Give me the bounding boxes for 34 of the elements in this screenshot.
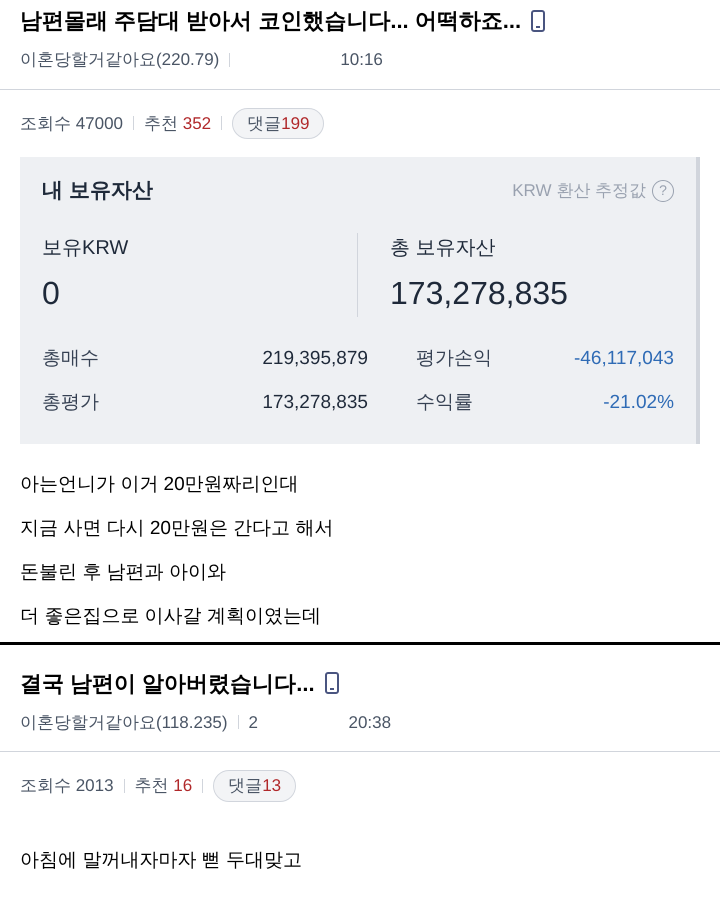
phone-icon bbox=[531, 10, 546, 32]
stat-value: 219,395,879 bbox=[261, 346, 368, 370]
stat-label: 수익률 bbox=[415, 391, 474, 415]
body-text: 아는언니가 이거 20만원짜리인대 bbox=[20, 472, 300, 496]
body-text: 아침에 말꺼내자마자 뻗 두대맞고 bbox=[20, 848, 303, 872]
like-count: 추천 16 bbox=[134, 775, 192, 797]
author-name: 이혼당할거같아요(118.235) bbox=[20, 712, 228, 734]
body-text: 더 좋은집으로 이사갈 계획이였는데 bbox=[20, 604, 322, 628]
stat-label: 총평가 bbox=[42, 391, 100, 415]
balance-label: 보유KRW bbox=[42, 236, 130, 260]
estimate-note: KRW 환산 추정값 bbox=[512, 180, 646, 202]
stat-value: 173,278,835 bbox=[261, 391, 368, 415]
body-text: 돈불린 후 남편과 아이와 bbox=[20, 560, 227, 584]
post-title: 남편몰래 주담대 받아서 코인했습니다... 어떡하죠... bbox=[20, 7, 522, 35]
comments-button[interactable]: 댓글199 bbox=[232, 108, 324, 139]
balance-label: 총 보유자산 bbox=[390, 236, 497, 260]
phone-icon bbox=[324, 672, 339, 694]
body-text: 지금 사면 다시 20만원은 간다고 해서 bbox=[20, 516, 335, 540]
stat-value: -21.02% bbox=[602, 391, 674, 415]
post-date: 2 bbox=[248, 712, 259, 734]
comments-button[interactable]: 댓글13 bbox=[213, 770, 296, 802]
balance-value: 0 bbox=[42, 274, 61, 312]
post-title: 결국 남편이 알아버렸습니다... bbox=[20, 670, 315, 698]
stat-value: -46,117,043 bbox=[572, 346, 674, 370]
balance-value: 173,278,835 bbox=[390, 274, 569, 312]
author-name: 이혼당할거같아요(220.79) bbox=[20, 49, 220, 71]
post-time: 20:38 bbox=[348, 712, 392, 734]
view-count: 조회수 2013 bbox=[20, 775, 114, 797]
post-time: 10:16 bbox=[340, 49, 383, 71]
stat-label: 평가손익 bbox=[415, 346, 493, 370]
view-count: 조회수 47000 bbox=[20, 112, 123, 134]
like-count: 추천 352 bbox=[144, 112, 212, 134]
stat-label: 총매수 bbox=[42, 346, 100, 370]
card-title: 내 보유자산 bbox=[42, 178, 153, 204]
